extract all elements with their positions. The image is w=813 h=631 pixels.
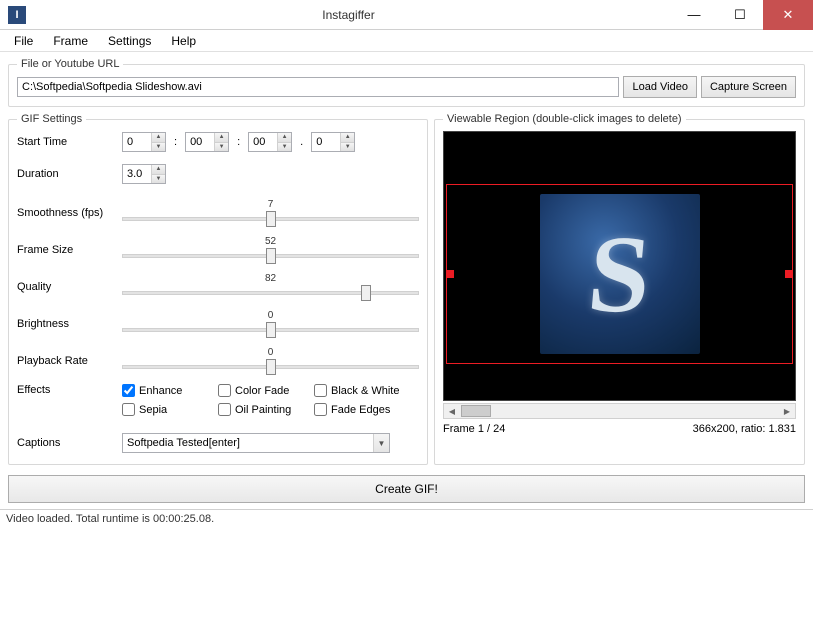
app-icon: I xyxy=(8,6,26,24)
smoothness-slider[interactable]: 7 xyxy=(122,199,419,226)
playback-slider[interactable]: 0 xyxy=(122,347,419,374)
resize-handle-left[interactable] xyxy=(446,270,454,278)
status-bar: Video loaded. Total runtime is 00:00:25.… xyxy=(0,509,813,528)
start-time-label: Start Time xyxy=(17,136,122,148)
frame-dimensions: 366x200, ratio: 1.831 xyxy=(693,423,796,435)
minimize-button[interactable]: — xyxy=(671,0,717,30)
frame-size-slider[interactable]: 52 xyxy=(122,236,419,263)
start-seconds-spinner[interactable]: ▲▼ xyxy=(248,132,292,152)
frame-counter: Frame 1 / 24 xyxy=(443,423,505,435)
brightness-label: Brightness xyxy=(17,318,122,330)
enhance-checkbox[interactable]: Enhance xyxy=(122,384,218,397)
spinner-down-icon[interactable]: ▼ xyxy=(151,142,165,152)
chevron-down-icon[interactable]: ▼ xyxy=(373,434,389,452)
quality-slider[interactable]: 82 xyxy=(122,273,419,300)
brightness-slider[interactable]: 0 xyxy=(122,310,419,337)
viewable-legend: Viewable Region (double-click images to … xyxy=(443,113,686,125)
duration-label: Duration xyxy=(17,168,122,180)
load-video-button[interactable]: Load Video xyxy=(623,76,696,98)
close-button[interactable]: ✕ xyxy=(763,0,813,30)
frame-size-label: Frame Size xyxy=(17,244,122,256)
create-gif-button[interactable]: Create GIF! xyxy=(8,475,805,503)
url-group: File or Youtube URL Load Video Capture S… xyxy=(8,58,805,107)
scroll-right-icon[interactable]: ▶ xyxy=(779,404,795,418)
sepia-checkbox[interactable]: Sepia xyxy=(122,403,218,416)
menu-file[interactable]: File xyxy=(4,32,43,50)
url-legend: File or Youtube URL xyxy=(17,58,123,70)
start-hours-spinner[interactable]: ▲▼ xyxy=(122,132,166,152)
bw-checkbox[interactable]: Black & White xyxy=(314,384,410,397)
start-frames-spinner[interactable]: ▲▼ xyxy=(311,132,355,152)
menu-help[interactable]: Help xyxy=(161,32,206,50)
viewable-group: Viewable Region (double-click images to … xyxy=(434,113,805,465)
fade-checkbox[interactable]: Fade Edges xyxy=(314,403,410,416)
quality-label: Quality xyxy=(17,281,122,293)
scroll-thumb[interactable] xyxy=(461,405,491,417)
captions-select[interactable]: Softpedia Tested[enter] ▼ xyxy=(122,433,390,453)
window-title: Instagiffer xyxy=(26,8,671,22)
preview-thumbnail: S xyxy=(540,194,700,354)
resize-handle-right[interactable] xyxy=(785,270,793,278)
preview-area[interactable]: S xyxy=(443,131,796,401)
titlebar: I Instagiffer — ☐ ✕ xyxy=(0,0,813,30)
spinner-up-icon[interactable]: ▲ xyxy=(151,133,165,142)
captions-label: Captions xyxy=(17,437,122,449)
effects-label: Effects xyxy=(17,384,122,396)
selection-rect[interactable]: S xyxy=(446,184,793,364)
playback-label: Playback Rate xyxy=(17,355,122,367)
menu-settings[interactable]: Settings xyxy=(98,32,161,50)
colorfade-checkbox[interactable]: Color Fade xyxy=(218,384,314,397)
maximize-button[interactable]: ☐ xyxy=(717,0,763,30)
oil-checkbox[interactable]: Oil Painting xyxy=(218,403,314,416)
smoothness-label: Smoothness (fps) xyxy=(17,207,122,219)
gif-settings-legend: GIF Settings xyxy=(17,113,86,125)
gif-settings-group: GIF Settings Start Time ▲▼ : ▲▼ : ▲▼ . ▲… xyxy=(8,113,428,465)
menubar: File Frame Settings Help xyxy=(0,30,813,52)
duration-spinner[interactable]: ▲▼ xyxy=(122,164,166,184)
url-input[interactable] xyxy=(17,77,619,97)
start-minutes-spinner[interactable]: ▲▼ xyxy=(185,132,229,152)
menu-frame[interactable]: Frame xyxy=(43,32,98,50)
scroll-left-icon[interactable]: ◀ xyxy=(444,404,460,418)
frame-scrollbar[interactable]: ◀ ▶ xyxy=(443,403,796,419)
capture-screen-button[interactable]: Capture Screen xyxy=(701,76,796,98)
